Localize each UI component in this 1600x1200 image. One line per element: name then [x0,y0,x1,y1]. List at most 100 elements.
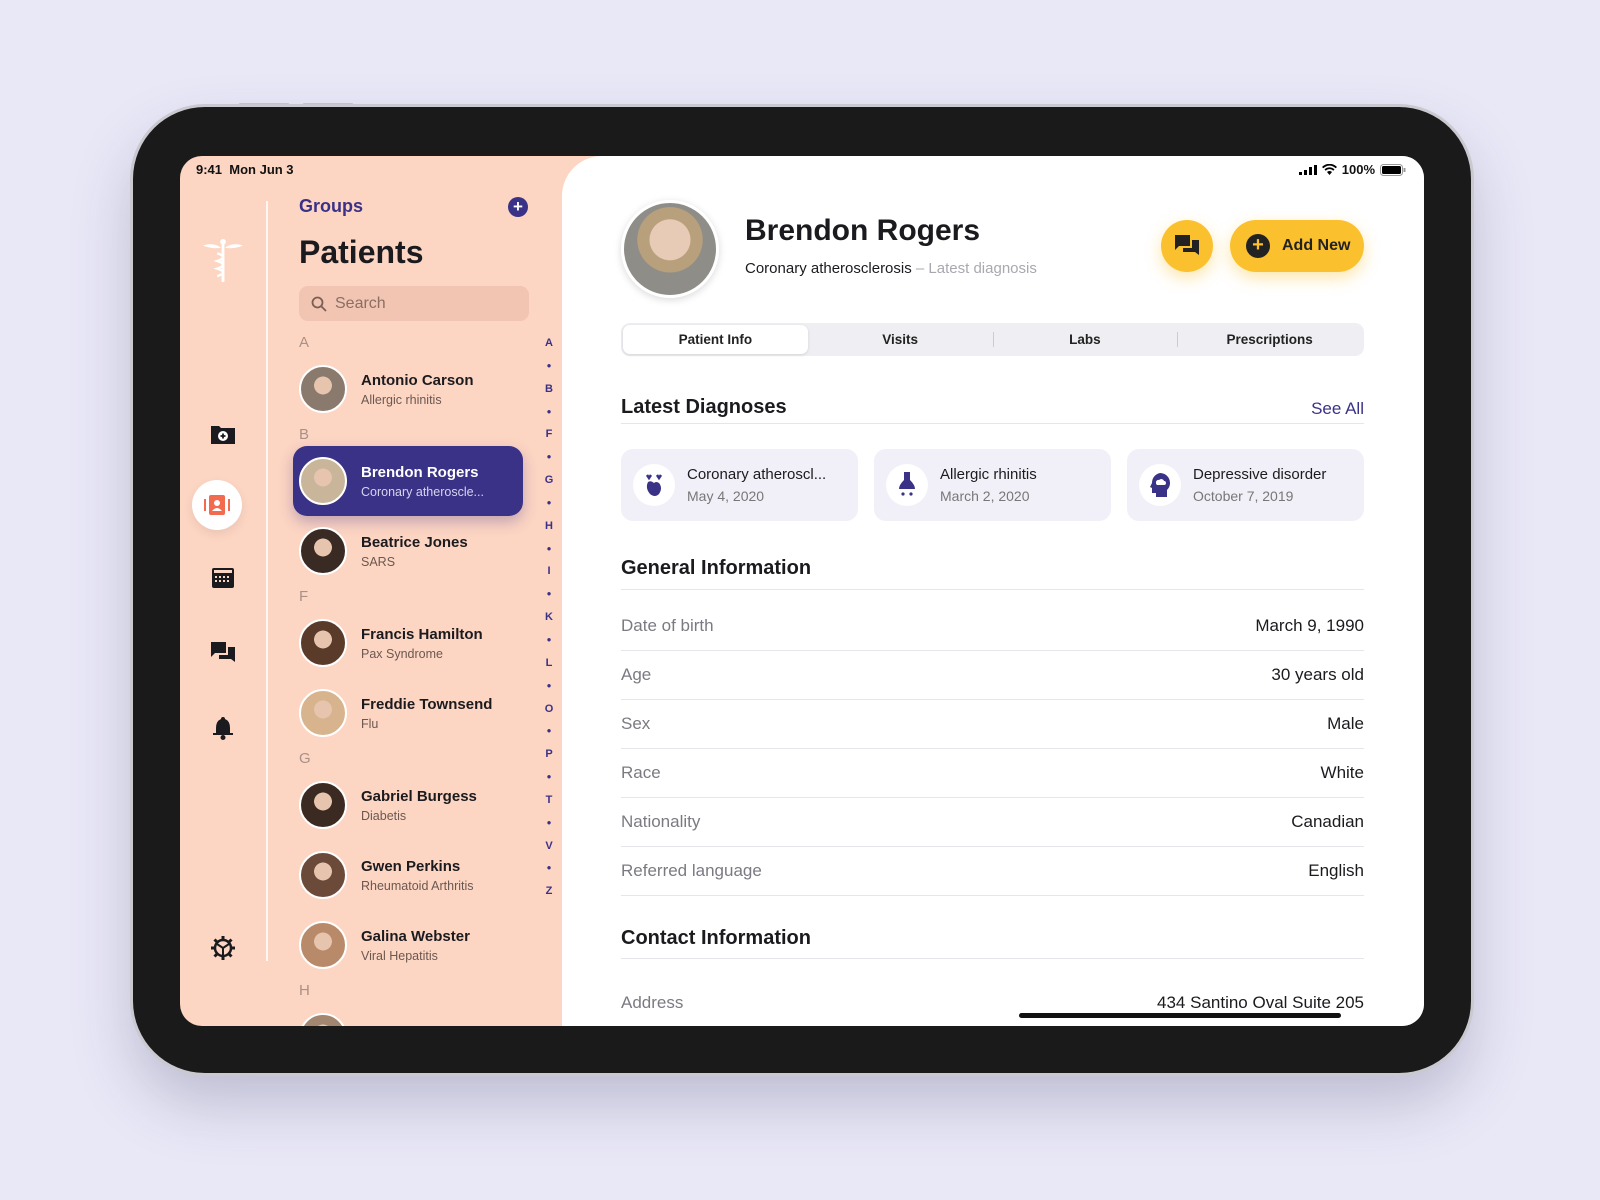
search-icon [311,296,327,312]
avatar [299,851,347,899]
info-label: Address [621,992,684,1012]
patient-name: Galina Webster [361,927,470,945]
settings-gear-icon[interactable] [201,926,245,970]
patient-list-item[interactable]: Antonio Carson Allergic rhinitis [299,354,529,424]
diagnosis-name: Depressive disorder [1193,466,1327,483]
index-dot[interactable]: ● [542,857,556,880]
patient-name: Beatrice Jones [361,533,468,551]
search-field[interactable] [299,286,529,321]
section-header: F [299,588,309,605]
caduceus-logo-icon [201,238,245,282]
index-letter[interactable]: H [542,515,556,538]
general-information-title: General Information [621,557,812,579]
tab-bar: Patient Info Visits Labs Prescriptions [621,323,1364,356]
patient-list-item[interactable]: Gwen Perkins Rheumatoid Arthritis [299,840,529,910]
patient-list-item[interactable]: Hector Hicks [299,1002,529,1026]
index-dot[interactable]: ● [542,766,556,789]
tab-patient-info[interactable]: Patient Info [623,325,808,354]
calendar-icon[interactable] [201,556,245,600]
latest-diagnoses-title: Latest Diagnoses [621,396,787,418]
info-value: March 9, 1990 [1255,615,1364,635]
info-row: Date of birth March 9, 1990 [621,601,1364,651]
tab-visits[interactable]: Visits [808,325,993,354]
index-letter[interactable]: B [542,378,556,401]
index-letter[interactable]: G [542,469,556,492]
avatar [299,1013,347,1026]
avatar [299,619,347,667]
index-dot[interactable]: ● [542,629,556,652]
rail-divider [266,201,268,961]
info-value: White [1320,762,1364,782]
avatar [299,457,347,505]
patient-list-item[interactable]: Beatrice Jones SARS [299,516,529,586]
screen: 9:41 Mon Jun 3 100% Groups + Patients Se… [180,156,1424,1026]
diagnosis-card[interactable]: Allergic rhinitis March 2, 2020 [874,449,1111,521]
index-dot[interactable]: ● [542,355,556,378]
index-letter[interactable]: K [542,606,556,629]
index-dot[interactable]: ● [542,538,556,561]
info-label: Race [621,762,661,782]
patient-list-item[interactable]: Brendon Rogers Coronary atheroscle... [293,446,523,516]
index-letter[interactable]: A [542,332,556,355]
patient-diagnosis: Coronary atheroscle... [361,484,484,499]
patient-name: Francis Hamilton [361,625,483,643]
page-title: Patients [299,234,424,270]
see-all-link[interactable]: See All [1311,399,1364,419]
patient-list-item[interactable]: Gabriel Burgess Diabetis [299,770,529,840]
diagnosis-date: October 7, 2019 [1193,488,1294,504]
contact-information-title: Contact Information [621,927,811,949]
patient-diagnosis: Diabetis [361,808,407,823]
bell-icon[interactable] [201,706,245,750]
index-letter[interactable]: T [542,789,556,812]
index-dot[interactable]: ● [542,446,556,469]
index-letter[interactable]: L [542,652,556,675]
info-value: Male [1327,713,1364,733]
patient-avatar [621,200,719,298]
groups-link[interactable]: Groups [299,196,363,217]
section-header: A [299,334,310,351]
index-letter[interactable]: Z [542,880,556,903]
patient-name: Brendon Rogers [745,214,981,247]
index-letter[interactable]: O [542,698,556,721]
info-row: Sex Male [621,699,1364,749]
add-group-button[interactable]: + [508,197,528,217]
new-folder-icon[interactable] [201,412,245,456]
patient-list: A Antonio Carson Allergic rhinitis B Bren… [293,332,529,1026]
index-dot[interactable]: ● [542,720,556,743]
diagnosis-card[interactable]: Coronary atheroscl... May 4, 2020 [621,449,858,521]
index-dot[interactable]: ● [542,492,556,515]
section-header: H [299,982,310,999]
section-header: G [299,750,311,767]
index-letter[interactable]: V [542,835,556,858]
patient-diagnosis: Pax Syndrome [361,646,443,661]
alphabet-index[interactable]: A ● B ● F ● G ● H ● I ● K ● L ● O ● P ● T ● V ● Z [542,332,556,903]
patients-icon[interactable] [192,480,242,530]
index-letter[interactable]: F [542,423,556,446]
patient-list-item[interactable]: Francis Hamilton Pax Syndrome [299,608,529,678]
tab-prescriptions[interactable]: Prescriptions [1177,325,1362,354]
nose-icon [886,464,928,506]
info-row: Nationality Canadian [621,797,1364,847]
patient-list-item[interactable]: Freddie Townsend Flu [299,678,529,748]
diagnosis-card[interactable]: Depressive disorder October 7, 2019 [1127,449,1364,521]
index-dot[interactable]: ● [542,675,556,698]
index-dot[interactable]: ● [542,812,556,835]
avatar [299,781,347,829]
index-letter[interactable]: I [542,560,556,583]
message-patient-button[interactable] [1161,220,1213,272]
index-dot[interactable]: ● [542,583,556,606]
patient-diagnosis: SARS [361,554,396,569]
index-letter[interactable]: P [542,743,556,766]
index-dot[interactable]: ● [542,401,556,424]
messages-icon[interactable] [201,631,245,675]
battery-icon [1380,163,1406,176]
diagnosis-name: Allergic rhinitis [940,466,1037,483]
patient-diagnosis: Rheumatoid Arthritis [361,878,474,893]
search-input[interactable] [335,294,515,313]
signal-icon [1298,164,1317,175]
patient-diagnosis: Flu [361,716,379,731]
patient-list-item[interactable]: Galina Webster Viral Hepatitis [299,910,529,980]
patient-name: Antonio Carson [361,371,474,389]
tab-labs[interactable]: Labs [992,325,1178,354]
add-new-button[interactable]: + Add New [1230,220,1364,272]
